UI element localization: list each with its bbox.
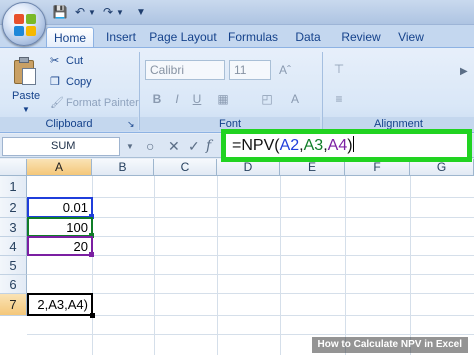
office-button[interactable] — [2, 2, 46, 46]
spreadsheet-grid[interactable]: A B C D E F G 1 2 3 4 5 6 7 0.01 100 20 … — [0, 159, 474, 355]
copy-icon: ❐ — [50, 76, 60, 88]
name-box[interactable]: SUM — [2, 137, 120, 156]
undo-icon[interactable]: ↶ — [72, 4, 88, 20]
row-header-2[interactable]: 2 — [0, 198, 27, 218]
gridline — [27, 217, 474, 218]
title-bar: 💾 ↶ ▼ ↷ ▼ ▼ — [0, 0, 474, 25]
font-name-combo[interactable]: Calibri — [145, 60, 225, 80]
tab-insert[interactable]: Insert — [98, 27, 144, 47]
tab-formulas[interactable]: Formulas — [224, 27, 282, 47]
gridline — [27, 255, 474, 256]
italic-button[interactable]: I — [168, 90, 186, 108]
formula-ref-a4: A4 — [327, 137, 348, 154]
column-header-b[interactable]: B — [92, 159, 154, 176]
redo-icon[interactable]: ↷ — [100, 4, 116, 20]
row-header-4[interactable]: 4 — [0, 237, 27, 256]
active-cell-a7[interactable]: 2,A3,A4) — [27, 293, 93, 316]
save-icon[interactable]: 💾 — [52, 4, 68, 20]
grow-font-icon[interactable]: Aˆ — [276, 61, 294, 79]
gridline — [27, 293, 474, 294]
bold-button[interactable]: B — [148, 90, 166, 108]
watermark: How to Calculate NPV in Excel — [311, 337, 468, 353]
redo-dropdown-icon[interactable]: ▼ — [116, 4, 124, 20]
cut-icon: ✂ — [50, 55, 60, 67]
gridline — [410, 176, 411, 355]
underline-button[interactable]: U — [188, 90, 206, 108]
row-header-5[interactable]: 5 — [0, 256, 27, 275]
tab-page-layout[interactable]: Page Layout — [148, 27, 218, 47]
ribbon-tabs: Home Insert Page Layout Formulas Data Re… — [0, 25, 474, 47]
expand-icon[interactable]: ○ — [146, 137, 154, 156]
formula-ref-a2: A2 — [279, 137, 300, 154]
tab-view[interactable]: View — [392, 27, 430, 47]
format-painter-button[interactable]: Format Painter — [66, 95, 139, 111]
copy-button[interactable]: Copy — [66, 74, 92, 90]
office-logo-icon — [14, 14, 36, 36]
format-painter-icon: 🖌 — [50, 97, 64, 109]
cancel-icon[interactable]: ✕ — [168, 137, 180, 156]
formula-input[interactable]: =NPV(A2,A3,A4) — [221, 129, 472, 162]
row-header-3[interactable]: 3 — [0, 218, 27, 237]
gridline — [27, 236, 474, 237]
customize-qat-icon[interactable]: ▼ — [136, 4, 146, 20]
font-size-combo[interactable]: 11 — [229, 60, 271, 80]
ribbon-scroll-icon[interactable]: ▶ — [460, 64, 468, 80]
tab-review[interactable]: Review — [336, 27, 386, 47]
select-all-corner[interactable] — [0, 159, 27, 176]
insert-function-icon[interactable]: f — [206, 137, 211, 156]
cut-button[interactable]: Cut — [66, 53, 83, 69]
cell-a2[interactable]: 0.01 — [28, 199, 91, 217]
text-caret — [352, 136, 354, 152]
enter-icon[interactable]: ✓ — [188, 137, 200, 156]
gridline — [27, 274, 474, 275]
formula-prefix: =NPV( — [232, 137, 280, 154]
row-header-1[interactable]: 1 — [0, 176, 27, 198]
formula-text: =NPV(A2,A3,A4) — [232, 136, 354, 155]
cell-a7-text: 2,A3,A4) — [37, 297, 88, 312]
borders-icon[interactable]: ▦ — [214, 90, 232, 108]
align-top-icon[interactable]: ⊤ — [330, 60, 348, 78]
gridline — [217, 176, 218, 355]
excel-window: 💾 ↶ ▼ ↷ ▼ ▼ Home Insert Page Layout Form… — [0, 0, 474, 355]
namebox-dropdown-icon[interactable]: ▼ — [126, 137, 134, 156]
paste-icon[interactable] — [12, 56, 38, 86]
gridline — [154, 176, 155, 355]
align-left-icon[interactable]: ≡ — [330, 90, 348, 108]
cell-a4[interactable]: 20 — [28, 238, 91, 255]
gridline — [280, 176, 281, 355]
tab-home[interactable]: Home — [46, 27, 94, 47]
undo-dropdown-icon[interactable]: ▼ — [88, 4, 96, 20]
row-header-7[interactable]: 7 — [0, 294, 27, 316]
row-header-6[interactable]: 6 — [0, 275, 27, 294]
clipboard-group-label: Clipboard — [0, 117, 138, 131]
clipboard-launcher-icon[interactable]: ↘ — [127, 116, 135, 132]
fill-handle-icon[interactable] — [90, 313, 95, 318]
column-header-c[interactable]: C — [154, 159, 217, 176]
gridline — [27, 197, 474, 198]
column-header-a[interactable]: A — [27, 159, 92, 176]
cell-a3[interactable]: 100 — [28, 219, 91, 236]
gridline — [345, 176, 346, 355]
paste-dropdown-icon[interactable]: ▼ — [22, 102, 30, 118]
font-color-icon[interactable]: A — [286, 90, 304, 108]
tab-data[interactable]: Data — [288, 27, 328, 47]
formula-ref-a3: A3 — [303, 137, 324, 154]
fill-color-icon[interactable]: ◰ — [258, 90, 276, 108]
gridline — [27, 334, 474, 335]
ribbon: Paste ▼ ✂ Cut ❐ Copy 🖌 Format Painter Cl… — [0, 47, 474, 133]
